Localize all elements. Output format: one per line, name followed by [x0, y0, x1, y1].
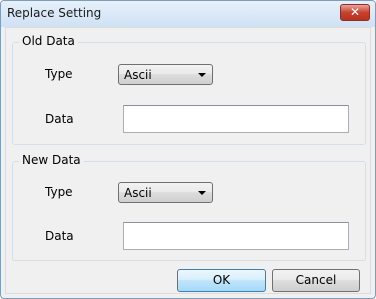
- new-type-select[interactable]: Ascii: [118, 182, 213, 203]
- chevron-down-icon: [198, 191, 206, 195]
- new-data-group: New Data Type Ascii Data: [12, 153, 366, 261]
- close-button[interactable]: ✕: [340, 4, 370, 21]
- cancel-button[interactable]: Cancel: [272, 269, 360, 292]
- new-data-group-title: New Data: [19, 153, 84, 167]
- title-bar[interactable]: Replace Setting ✕: [1, 1, 375, 27]
- ok-button[interactable]: OK: [177, 269, 266, 292]
- old-data-group-title: Old Data: [19, 34, 78, 48]
- old-type-select[interactable]: Ascii: [118, 64, 213, 85]
- new-type-label: Type: [45, 185, 73, 199]
- close-icon: ✕: [349, 5, 361, 19]
- old-data-label: Data: [45, 112, 74, 126]
- new-type-selected-value: Ascii: [124, 186, 152, 200]
- chevron-down-icon: [198, 73, 206, 77]
- new-data-input[interactable]: [123, 222, 349, 250]
- old-type-selected-value: Ascii: [124, 68, 152, 82]
- old-data-group: Old Data Type Ascii Data: [12, 34, 366, 145]
- old-data-input[interactable]: [123, 105, 349, 133]
- new-data-label: Data: [45, 229, 74, 243]
- replace-setting-dialog: Replace Setting ✕ Old Data Type Ascii Da…: [0, 0, 376, 299]
- old-type-label: Type: [45, 67, 73, 81]
- dialog-body: Old Data Type Ascii Data New Data Type A…: [5, 27, 371, 294]
- dialog-title: Replace Setting: [7, 6, 102, 20]
